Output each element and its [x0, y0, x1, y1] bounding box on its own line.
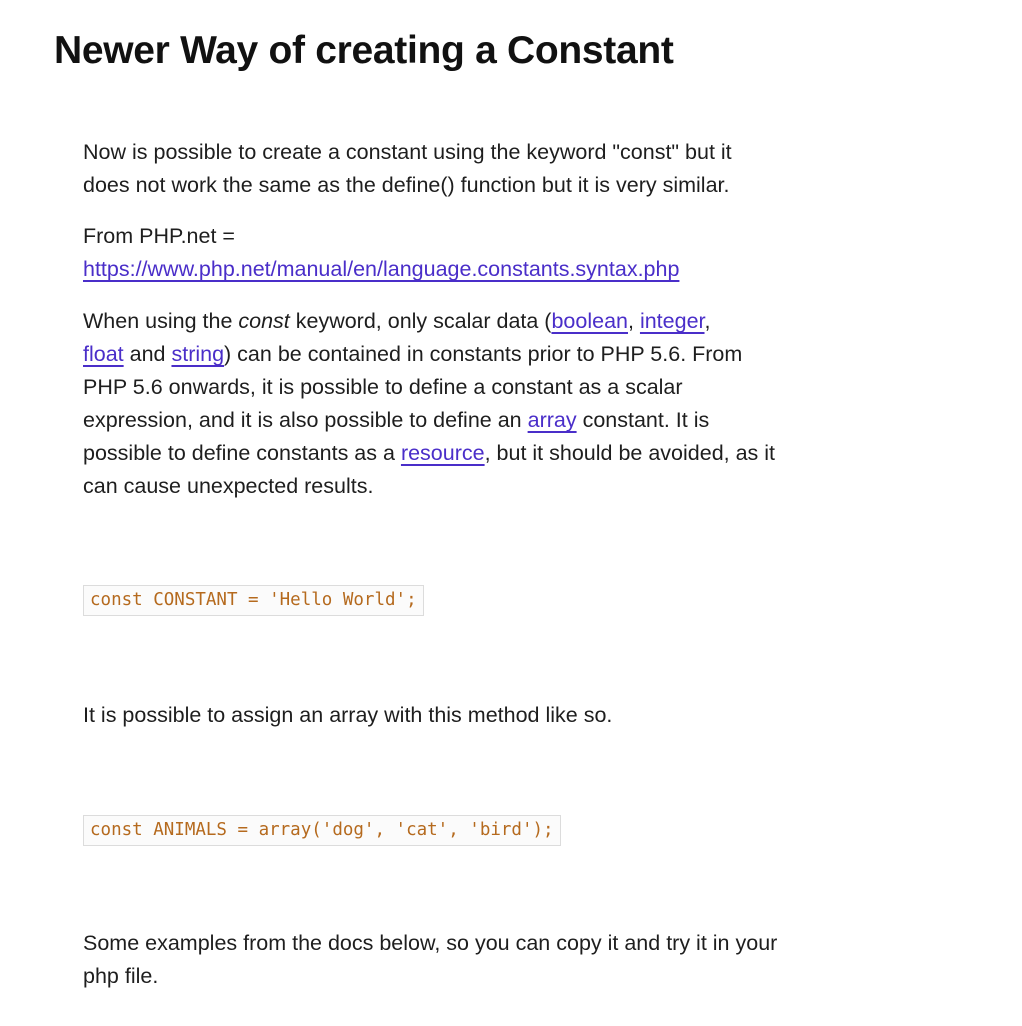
- quote-text-1: When using the: [83, 309, 239, 333]
- php-docs-link[interactable]: https://www.php.net/manual/en/language.c…: [83, 257, 679, 281]
- code-block-animals: const ANIMALS = array('dog', 'cat', 'bir…: [83, 812, 783, 846]
- const-keyword: const: [238, 309, 290, 333]
- source-paragraph: From PHP.net = https://www.php.net/manua…: [83, 220, 783, 286]
- array-paragraph: It is possible to assign an array with t…: [83, 703, 613, 727]
- quoted-paragraph: When using the const keyword, only scala…: [83, 305, 783, 503]
- outro-paragraph: Some examples from the docs below, so yo…: [83, 931, 778, 988]
- float-link[interactable]: float: [83, 342, 124, 366]
- code-animals: const ANIMALS = array('dog', 'cat', 'bir…: [83, 815, 561, 846]
- quote-text-3: ,: [628, 309, 640, 333]
- code-constant: const CONSTANT = 'Hello World';: [83, 585, 424, 616]
- intro-paragraph: Now is possible to create a constant usi…: [83, 140, 732, 197]
- array-link[interactable]: array: [528, 408, 577, 432]
- resource-link[interactable]: resource: [401, 441, 485, 465]
- boolean-link[interactable]: boolean: [551, 309, 628, 333]
- source-label: From PHP.net =: [83, 224, 235, 248]
- quote-text-5: and: [123, 342, 172, 366]
- quote-text-2: keyword, only scalar data (: [289, 309, 552, 333]
- quote-text-4: ,: [704, 309, 711, 333]
- string-link[interactable]: string: [171, 342, 224, 366]
- page-title: Newer Way of creating a Constant: [54, 29, 674, 72]
- code-block-constant: const CONSTANT = 'Hello World';: [83, 582, 783, 616]
- integer-link[interactable]: integer: [640, 309, 705, 333]
- article-body: Now is possible to create a constant usi…: [83, 136, 783, 993]
